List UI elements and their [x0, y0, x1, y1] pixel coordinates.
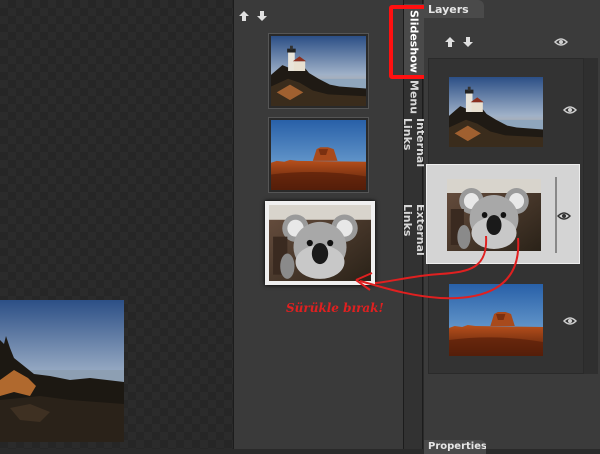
vertical-tab-bar: Slideshow Menu Internal Links External L… — [401, 0, 427, 449]
slide-thumb-koala[interactable] — [265, 201, 375, 285]
eye-icon[interactable] — [563, 105, 577, 115]
eye-icon[interactable] — [563, 316, 577, 326]
arrow-down-icon[interactable] — [256, 10, 268, 22]
slide-thumb-lighthouse[interactable] — [269, 34, 368, 108]
layers-tab[interactable]: Layers — [424, 0, 484, 18]
eye-icon[interactable] — [554, 37, 568, 47]
slide-order-arrows — [238, 10, 268, 22]
tab-slideshow[interactable]: Slideshow — [404, 4, 424, 78]
layer-item-koala[interactable] — [426, 164, 580, 264]
tab-external-links[interactable]: External Links — [401, 204, 427, 282]
drag-drop-annotation: Sürükle bırak! — [286, 301, 384, 315]
layer-list — [426, 58, 585, 374]
arrow-down-icon[interactable] — [462, 36, 474, 48]
layers-panel: Layers Properties — [424, 0, 600, 454]
stage-canvas[interactable] — [0, 0, 233, 449]
tab-menu[interactable]: Menu — [404, 80, 424, 114]
slide-thumb-desert[interactable] — [269, 118, 368, 192]
stage-photo-coast[interactable] — [0, 300, 124, 442]
layer-order-arrows — [444, 36, 474, 48]
layers-scrollbar[interactable] — [584, 58, 598, 374]
slides-panel — [233, 0, 403, 449]
arrow-up-icon[interactable] — [238, 10, 250, 22]
layer-item-desert[interactable] — [429, 274, 585, 374]
layer-item-lighthouse[interactable] — [429, 59, 585, 159]
eye-icon[interactable] — [557, 211, 571, 221]
layer-thumb — [447, 179, 541, 251]
layer-thumb — [449, 77, 543, 147]
layer-thumb — [449, 284, 543, 356]
arrow-up-icon[interactable] — [444, 36, 456, 48]
tab-internal-links[interactable]: Internal Links — [401, 118, 427, 198]
properties-tab[interactable]: Properties — [424, 440, 486, 454]
